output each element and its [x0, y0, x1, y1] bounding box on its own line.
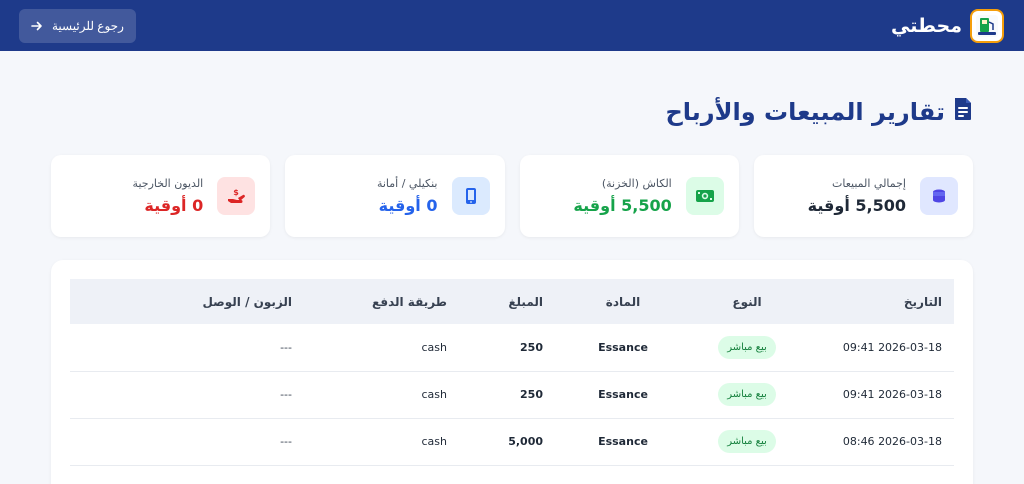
cell-item: Essance — [598, 388, 648, 401]
column-header-date[interactable]: التاريخ — [803, 279, 954, 324]
column-header-amount[interactable]: المبلغ — [459, 279, 555, 324]
card-value: 5,500 أوقية — [807, 196, 906, 215]
status-badge: بيع مباشر — [718, 335, 776, 359]
cell-date: 2026-03-18 09:41 — [842, 340, 942, 354]
svg-text:$: $ — [233, 188, 239, 197]
status-badge: بيع مباشر — [718, 430, 776, 453]
back-to-home-button[interactable]: رجوع للرئيسية — [19, 8, 136, 43]
cell-date: 2026-03-18 09:41 — [842, 388, 942, 401]
cell-amount: 5,000 — [508, 435, 543, 448]
top-navbar: محطتي رجوع للرئيسية — [0, 0, 1024, 51]
coins-icon — [920, 177, 958, 215]
column-header-type[interactable]: النوع — [691, 279, 803, 324]
cell-item: Essance — [598, 435, 648, 448]
brand-name: محطتي — [891, 14, 962, 37]
transactions-table: التاريخ النوع المادة المبلغ طريقة الدفع … — [70, 279, 954, 466]
cell-payment: cash — [421, 435, 448, 448]
arrow-right-icon — [31, 20, 43, 32]
table-row[interactable]: 2026-03-18 09:41 بيع مباشر Essance 250 c… — [70, 324, 954, 371]
card-label: إجمالي المبيعات — [831, 177, 906, 190]
cell-item: Essance — [598, 340, 648, 354]
cell-payment: cash — [421, 340, 448, 354]
status-badge: بيع مباشر — [718, 383, 776, 406]
column-header-item[interactable]: المادة — [555, 279, 691, 324]
cell-type: بيع مباشر — [691, 324, 803, 371]
cell-amount: 250 — [520, 388, 543, 401]
cell-customer: --- — [280, 435, 292, 448]
cell-customer: --- — [280, 340, 292, 354]
page-title-text: تقارير المبيعات والأرباح — [665, 98, 945, 126]
table-header-row: التاريخ النوع المادة المبلغ طريقة الدفع … — [70, 279, 954, 324]
cash-icon — [685, 177, 724, 215]
cell-date: 2026-03-18 08:46 — [842, 435, 942, 448]
table-row[interactable]: 2026-03-18 08:46 بيع مباشر Essance 5,000… — [70, 418, 954, 465]
card-value: 0 أوقية — [144, 196, 204, 215]
column-header-payment[interactable]: طريقة الدفع — [304, 279, 459, 324]
card-external-debts: $ الديون الخارجية 0 أوقية — [51, 155, 271, 237]
cell-customer: --- — [280, 388, 292, 401]
brand[interactable]: محطتي — [891, 8, 1004, 43]
cell-payment: cash — [421, 388, 448, 401]
card-cash: الكاش (الخزنة) 5,500 أوقية — [519, 155, 739, 237]
stats-cards: إجمالي المبيعات 5,500 أوقية الكاش (الخزن… — [51, 155, 973, 237]
back-label: رجوع للرئيسية — [52, 18, 124, 33]
transactions-panel: التاريخ النوع المادة المبلغ طريقة الدفع … — [51, 260, 973, 484]
table-row[interactable]: 2026-03-18 09:41 بيع مباشر Essance 250 c… — [70, 371, 954, 418]
column-header-customer[interactable]: الزبون / الوصل — [70, 279, 304, 324]
card-label: الكاش (الخزنة) — [601, 177, 672, 190]
cell-type: بيع مباشر — [691, 371, 803, 418]
card-total-sales: إجمالي المبيعات 5,500 أوقية — [753, 155, 973, 237]
card-bankily: بنكيلي / أمانة 0 أوقية — [285, 155, 505, 237]
card-label: بنكيلي / أمانة — [376, 177, 438, 190]
page-title: تقارير المبيعات والأرباح — [665, 97, 973, 127]
cell-amount: 250 — [520, 340, 543, 354]
document-icon — [953, 97, 973, 127]
hand-money-icon: $ — [217, 177, 256, 215]
card-value: 5,500 أوقية — [573, 196, 672, 215]
mobile-icon — [451, 177, 490, 215]
card-label: الديون الخارجية — [132, 177, 204, 190]
card-value: 0 أوقية — [378, 196, 438, 215]
cell-type: بيع مباشر — [691, 418, 803, 465]
fuel-station-icon — [970, 8, 1004, 43]
